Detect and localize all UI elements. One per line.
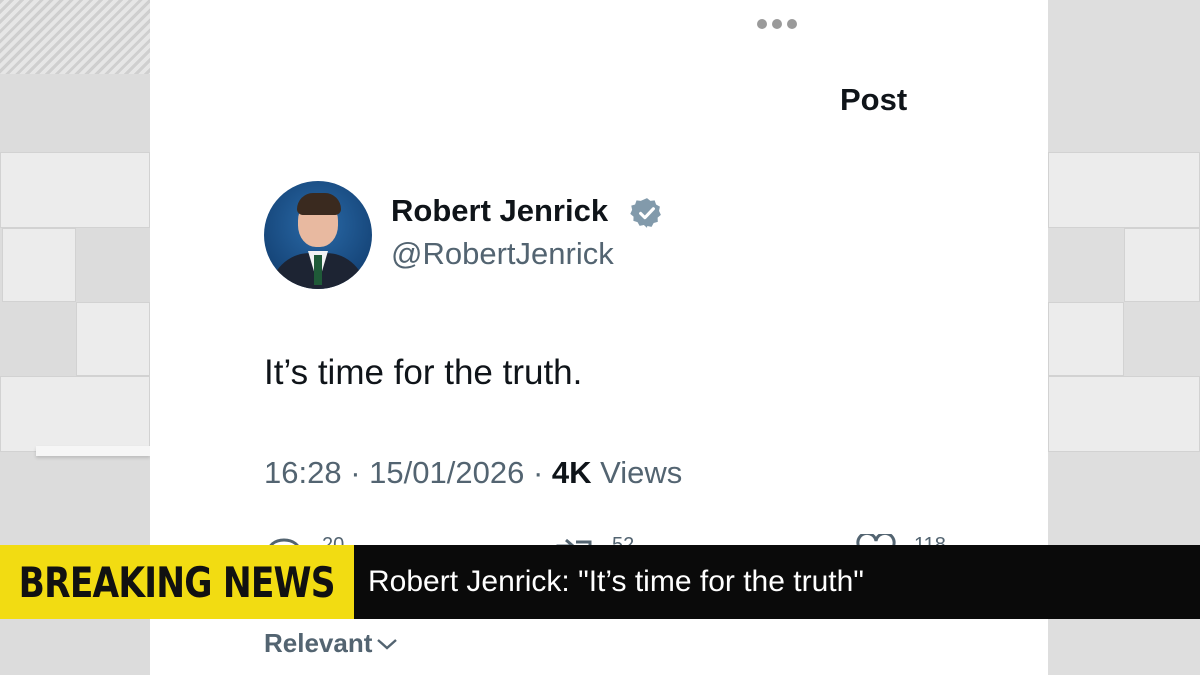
views-count: 4K	[551, 455, 592, 490]
meta-separator: ·	[350, 455, 361, 490]
breaking-news-label-text: BREAKING NEWS	[18, 557, 336, 607]
background-tile	[0, 376, 150, 452]
page-title: Post	[840, 82, 908, 117]
avatar[interactable]	[264, 181, 372, 289]
background-tile	[1048, 376, 1200, 452]
post-text: It’s time for the truth.	[264, 353, 583, 392]
post-meta: 16:28 · 15/01/2026 · 4K Views	[264, 455, 682, 491]
sort-filter-button[interactable]: Relevant	[264, 628, 398, 659]
verified-badge-icon	[630, 198, 661, 228]
meta-separator: ·	[532, 455, 544, 490]
post-date: 15/01/2026	[369, 455, 525, 490]
author-display-name[interactable]: Robert Jenrick	[391, 193, 608, 229]
post-time: 16:28	[264, 455, 342, 490]
more-horizontal-icon[interactable]	[757, 16, 803, 32]
sort-filter-label: Relevant	[264, 628, 373, 658]
background-shelf	[36, 446, 150, 456]
chevron-down-icon	[377, 638, 398, 650]
background-tile	[76, 302, 150, 376]
background-tile	[1124, 228, 1200, 302]
background-tile	[2, 228, 76, 302]
author-handle[interactable]: @RobertJenrick	[391, 236, 614, 272]
breaking-news-banner: BREAKING NEWS Robert Jenrick: "It’s time…	[0, 545, 1200, 619]
background-tile	[1048, 152, 1200, 228]
views-label[interactable]: Views	[600, 455, 682, 490]
background-tile	[0, 152, 150, 228]
background-tile	[1048, 302, 1124, 376]
breaking-news-headline: Robert Jenrick: "It’s time for the truth…	[354, 545, 1200, 619]
breaking-news-label: BREAKING NEWS	[0, 545, 354, 619]
background-stripes	[0, 0, 150, 74]
